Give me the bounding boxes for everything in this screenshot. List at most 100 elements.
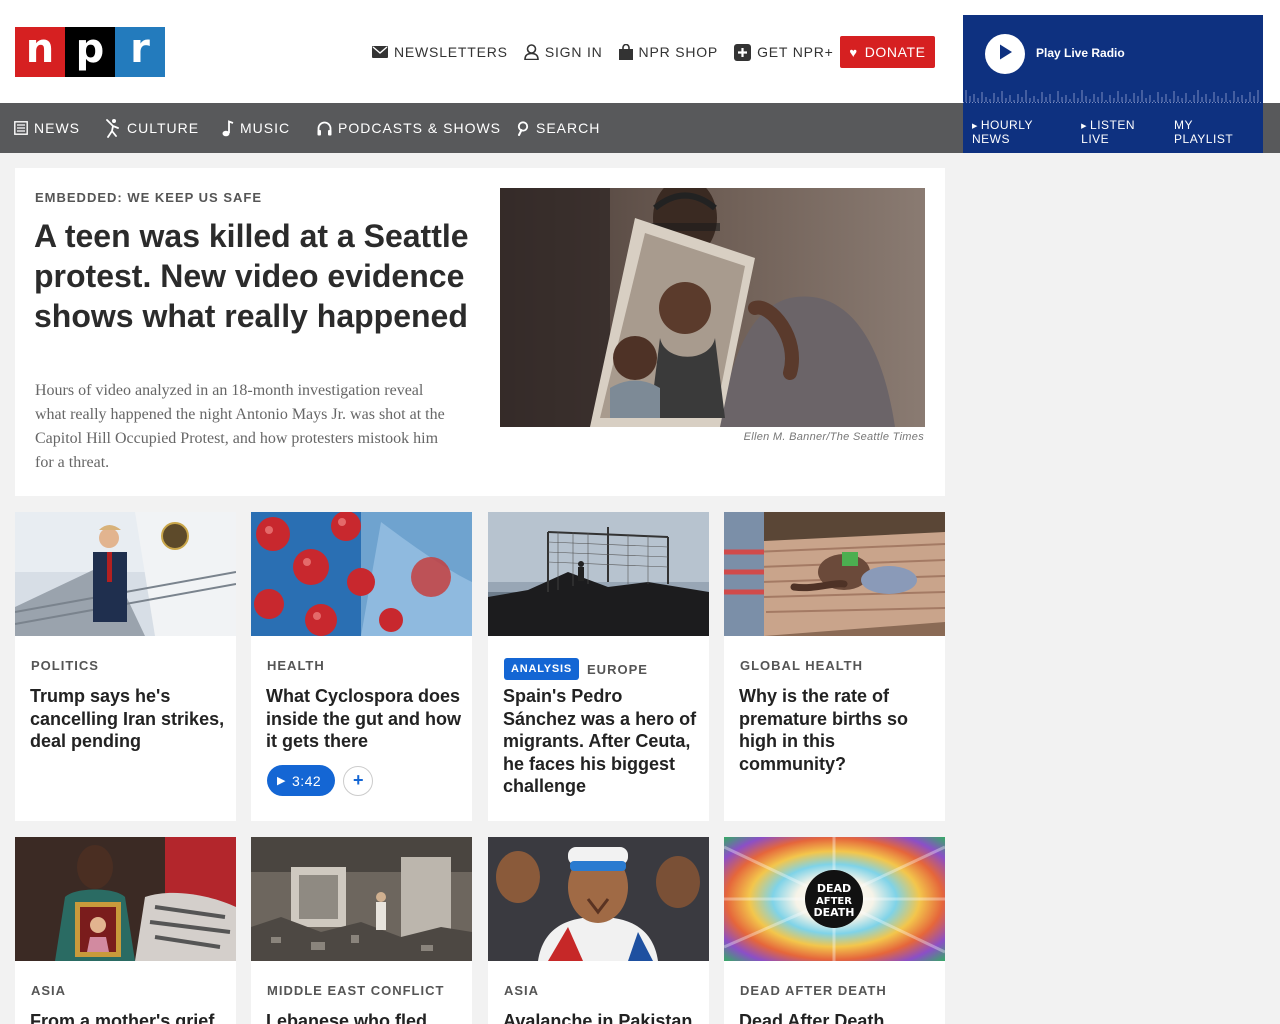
- story-headline[interactable]: Spain's Pedro Sánchez was a hero of migr…: [503, 685, 699, 798]
- story-thumbnail[interactable]: [15, 837, 236, 961]
- story-category[interactable]: MIDDLE EAST CONFLICT: [267, 983, 444, 998]
- live-radio-player: Play Live Radio ▶ HOURLY NEWS ▶ LISTEN LIV…: [963, 15, 1263, 153]
- get-npr-plus-label: GET NPR+: [757, 44, 834, 60]
- story-card[interactable]: MIDDLE EAST CONFLICT Lebanese who fled: [251, 837, 472, 1024]
- story-category[interactable]: POLITICS: [31, 658, 99, 673]
- music-note-icon: [222, 119, 234, 137]
- story-meta: MIDDLE EAST CONFLICT: [267, 983, 444, 998]
- newspaper-icon: [14, 121, 28, 135]
- play-live-radio-button[interactable]: [985, 34, 1025, 74]
- user-icon: [524, 44, 539, 60]
- nav-culture-label: CULTURE: [127, 120, 200, 136]
- nav-edge: [1263, 103, 1280, 153]
- photo-credit: Ellen M. Banner/The Seattle Times: [743, 431, 924, 443]
- story-headline[interactable]: Why is the rate of premature births so h…: [739, 685, 935, 775]
- story-category[interactable]: DEAD AFTER DEATH: [740, 983, 887, 998]
- nav-item-music[interactable]: MUSIC: [222, 103, 290, 153]
- story-thumbnail[interactable]: [251, 512, 472, 636]
- audio-duration: 3:42: [291, 772, 322, 789]
- player-links: ▶ HOURLY NEWS ▶ LISTEN LIVE MY PLAYLIST: [963, 118, 1263, 146]
- story-card[interactable]: GLOBAL HEALTH Why is the rate of prematu…: [724, 512, 945, 821]
- envelope-icon: [372, 46, 388, 58]
- nav-item-search[interactable]: SEARCH: [517, 103, 600, 153]
- logo-letter-p: p: [65, 27, 115, 77]
- story-category[interactable]: ASIA: [504, 983, 539, 998]
- story-thumbnail[interactable]: [488, 837, 709, 961]
- analysis-badge: ANALYSIS: [504, 658, 580, 680]
- story-category[interactable]: HEALTH: [267, 658, 325, 673]
- play-audio-button[interactable]: ▶ 3:42: [267, 765, 336, 796]
- sign-in-label: SIGN IN: [544, 44, 603, 60]
- nav-item-culture[interactable]: CULTURE: [104, 103, 199, 153]
- logo-letter-r: r: [115, 27, 165, 77]
- story-card[interactable]: DEAD AFTER DEATH DEAD AFTER DEATH Dead A…: [724, 837, 945, 1024]
- story-thumbnail[interactable]: [251, 837, 472, 961]
- story-meta: HEALTH: [267, 658, 325, 673]
- nav-item-podcasts-shows[interactable]: PODCASTS & SHOWS: [317, 103, 501, 153]
- play-small-icon: ▶: [972, 123, 978, 130]
- story-category[interactable]: EUROPE: [587, 662, 648, 677]
- story-thumbnail[interactable]: [724, 512, 945, 636]
- story-card[interactable]: POLITICS Trump says he's cancelling Iran…: [15, 512, 236, 821]
- nav-news-label: NEWS: [34, 120, 80, 136]
- play-icon: [996, 43, 1014, 66]
- story-headline[interactable]: From a mother's grief: [30, 1010, 226, 1024]
- play-icon: ▶: [277, 775, 286, 787]
- featured-story: EMBEDDED: WE KEEP US SAFE A teen was kil…: [15, 168, 945, 496]
- story-headline[interactable]: Avalanche in Pakistan: [503, 1010, 699, 1024]
- add-to-playlist-button[interactable]: +: [343, 765, 374, 796]
- donate-button[interactable]: ♥ DONATE: [840, 36, 935, 68]
- story-thumbnail[interactable]: DEAD AFTER DEATH: [724, 837, 945, 961]
- nav-music-label: MUSIC: [240, 120, 291, 136]
- listen-live-label: LISTEN LIVE: [1081, 118, 1136, 146]
- podcast-logo-text-3: DEATH: [813, 906, 854, 919]
- play-small-icon: ▶: [1081, 123, 1088, 130]
- story-category[interactable]: GLOBAL HEALTH: [740, 658, 863, 673]
- story-teaser: Hours of video analyzed in an 18-month i…: [35, 382, 445, 471]
- my-playlist-link[interactable]: MY PLAYLIST: [1174, 118, 1253, 146]
- story-category[interactable]: ASIA: [31, 983, 66, 998]
- story-photo[interactable]: [500, 188, 925, 427]
- story-headline[interactable]: Dead After Death: [739, 1010, 935, 1024]
- story-meta: GLOBAL HEALTH: [740, 658, 863, 673]
- story-headline[interactable]: Lebanese who fled: [266, 1010, 462, 1024]
- nav-search-label: SEARCH: [536, 120, 601, 136]
- plus-square-icon: [734, 43, 752, 61]
- story-meta: DEAD AFTER DEATH: [740, 983, 887, 998]
- story-meta: POLITICS: [31, 658, 99, 673]
- nav-item-news[interactable]: NEWS: [14, 103, 80, 153]
- headphones-icon: [317, 121, 332, 136]
- logo-letter-n: n: [15, 27, 65, 77]
- story-card[interactable]: ANALYSIS EUROPE Spain's Pedro Sánchez wa…: [488, 512, 709, 821]
- story-thumbnail[interactable]: [15, 512, 236, 636]
- get-npr-plus-link[interactable]: GET NPR+: [734, 40, 834, 64]
- donate-label: DONATE: [864, 44, 926, 60]
- hourly-news-label: HOURLY NEWS: [972, 118, 1033, 146]
- search-icon: [517, 120, 530, 136]
- npr-logo[interactable]: n p r: [15, 27, 165, 77]
- audio-waveform-graphic: [963, 90, 1263, 103]
- story-card[interactable]: ASIA Avalanche in Pakistan: [488, 837, 709, 1024]
- hourly-news-link[interactable]: ▶ HOURLY NEWS: [972, 118, 1071, 146]
- story-card[interactable]: ASIA From a mother's grief: [15, 837, 236, 1024]
- listen-live-link[interactable]: ▶ LISTEN LIVE: [1081, 118, 1164, 146]
- shopping-bag-icon: [618, 44, 633, 60]
- story-slug[interactable]: EMBEDDED: WE KEEP US SAFE: [35, 190, 262, 205]
- story-thumbnail[interactable]: [488, 512, 709, 636]
- play-live-radio-label: Play Live Radio: [1036, 46, 1125, 60]
- sign-in-link[interactable]: SIGN IN: [524, 40, 603, 64]
- story-headline[interactable]: A teen was killed at a Seattle protest. …: [34, 216, 474, 336]
- heart-icon: ♥: [849, 44, 858, 60]
- audio-controls: ▶ 3:42 +: [267, 765, 374, 796]
- story-card[interactable]: HEALTH What Cyclospora does inside the g…: [251, 512, 472, 821]
- newsletters-label: NEWSLETTERS: [394, 44, 508, 60]
- story-headline[interactable]: What Cyclospora does inside the gut and …: [266, 685, 462, 753]
- npr-shop-label: NPR SHOP: [638, 44, 719, 60]
- story-meta: ASIA: [31, 983, 66, 998]
- story-headline[interactable]: Trump says he's cancelling Iran strikes,…: [30, 685, 226, 753]
- story-meta: ASIA: [504, 983, 539, 998]
- utility-nav: NEWSLETTERS SIGN IN NPR SHOP GET NPR+: [372, 40, 850, 64]
- story-meta: ANALYSIS EUROPE: [504, 658, 648, 680]
- npr-shop-link[interactable]: NPR SHOP: [618, 40, 719, 64]
- newsletters-link[interactable]: NEWSLETTERS: [372, 40, 508, 64]
